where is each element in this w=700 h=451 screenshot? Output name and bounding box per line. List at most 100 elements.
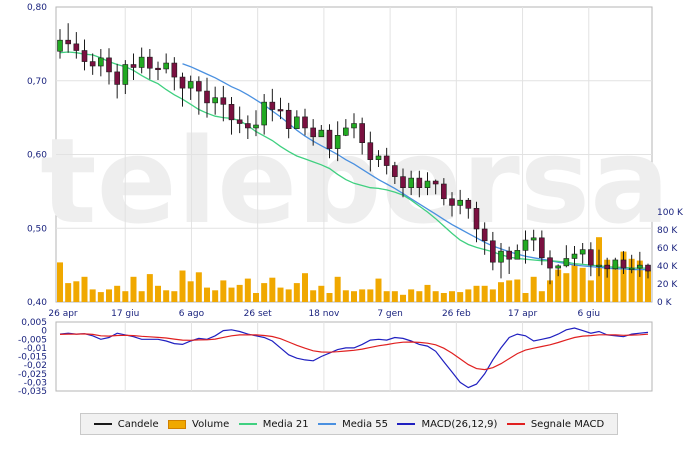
legend-swatch-macd-signal (506, 423, 525, 425)
candle-body (334, 135, 341, 149)
candle-body (506, 250, 512, 260)
candle-body (473, 208, 480, 230)
volume-bar (400, 294, 406, 302)
price-y-tick-label: 0,70 (27, 77, 47, 87)
volume-bar (612, 264, 619, 302)
candle-body (310, 127, 316, 138)
volume-bar (261, 283, 268, 302)
volume-bar (383, 291, 390, 302)
volume-bar (89, 289, 96, 302)
volume-bar (449, 291, 455, 302)
candle-body (155, 67, 161, 71)
volume-bar (342, 290, 349, 302)
candle-body (196, 81, 202, 92)
volume-bar (587, 280, 594, 302)
candle-body (628, 267, 635, 270)
volume-bar (81, 276, 88, 302)
volume-bar (228, 287, 235, 302)
x-tick-label: 7 gen (377, 309, 403, 319)
volume-bar (391, 291, 398, 302)
volume-bar (481, 285, 488, 302)
volume-bar (440, 293, 447, 302)
volume-bar (473, 285, 480, 302)
candle-body (449, 198, 455, 206)
candle-body (138, 56, 145, 68)
candle-body (383, 155, 390, 166)
volume-y-tick-label: 20 K (657, 280, 678, 290)
candle-body (220, 97, 227, 105)
candle-body (359, 123, 365, 144)
candle-body (253, 124, 259, 129)
candle-body (122, 64, 129, 85)
candle-body (302, 116, 308, 129)
volume-bar (408, 289, 415, 302)
candle-body (228, 104, 235, 121)
candle-body (465, 199, 472, 209)
volume-bar (522, 293, 529, 302)
candle-body (588, 249, 594, 266)
candle-body (204, 90, 210, 104)
volume-bar (269, 277, 276, 302)
legend-label-macd-signal: Segnale MACD (530, 418, 605, 430)
legend-item-macd-signal: Segnale MACD (506, 418, 605, 430)
volume-bar (277, 287, 284, 302)
x-tick-label: 6 ago (179, 309, 205, 319)
candle-body (400, 176, 406, 188)
volume-bar (187, 281, 194, 302)
legend-swatch-volume (168, 419, 187, 429)
candle-body (441, 183, 447, 200)
x-tick-label: 26 apr (48, 309, 78, 319)
volume-bar (359, 289, 366, 302)
candle-body (424, 180, 431, 188)
volume-bar (155, 285, 161, 302)
candle-body (457, 199, 463, 206)
candle-body (604, 264, 610, 270)
candle-body (285, 109, 292, 129)
candle-body (269, 101, 276, 110)
legend-swatch-media-21 (238, 423, 257, 425)
volume-bar (302, 273, 308, 302)
volume-bar (563, 273, 570, 302)
candle-body (81, 50, 88, 62)
volume-bar (424, 284, 431, 302)
volume-bar (351, 291, 357, 302)
x-tick-label: 26 set (244, 309, 273, 319)
volume-bar (293, 283, 300, 302)
candle-body (620, 259, 627, 269)
candle-body (179, 76, 186, 89)
candle-body (187, 81, 194, 89)
volume-bar (73, 281, 80, 302)
x-tick-label: 18 nov (308, 309, 340, 319)
candle-body (416, 177, 423, 188)
candle-body (563, 258, 570, 267)
legend-label-candles: Candele (117, 418, 159, 430)
candle-body (89, 61, 96, 67)
volume-bar (244, 278, 251, 302)
volume-bar (114, 285, 121, 302)
candle-body (490, 240, 496, 263)
volume-bar (457, 292, 464, 302)
candle-body (98, 57, 104, 67)
volume-bar (122, 291, 129, 302)
volume-bar (334, 276, 341, 302)
volume-bar (310, 290, 317, 302)
candle-body (375, 155, 382, 160)
price-y-tick-label: 0,80 (27, 3, 47, 13)
x-tick-label: 26 feb (442, 309, 471, 319)
volume-y-tick-label: 40 K (657, 262, 678, 272)
volume-bar (204, 287, 210, 302)
legend-item-media-21: Media 21 (238, 419, 309, 430)
price-y-tick-label: 0,60 (27, 151, 47, 161)
price-chart: telebersa 26 apr 17 giu 6 ago 26 set 18 nov 7 … (18, 3, 684, 397)
candle-body (637, 264, 643, 269)
x-tick-label: 6 giu (578, 309, 601, 319)
legend-label-macd: MACD(26,12,9) (421, 418, 498, 430)
macd-y-tick-label: -0,035 (18, 387, 47, 397)
candle-body (65, 39, 71, 45)
legend-item-macd: MACD(26,12,9) (397, 419, 497, 430)
volume-bar (179, 270, 186, 302)
candle-body (514, 250, 521, 260)
legend-item-media-55: Media 55 (318, 419, 388, 430)
chart-legend: Candele Volume Media 21 Media 55 MACD(26… (80, 413, 618, 435)
volume-bar (163, 290, 170, 302)
